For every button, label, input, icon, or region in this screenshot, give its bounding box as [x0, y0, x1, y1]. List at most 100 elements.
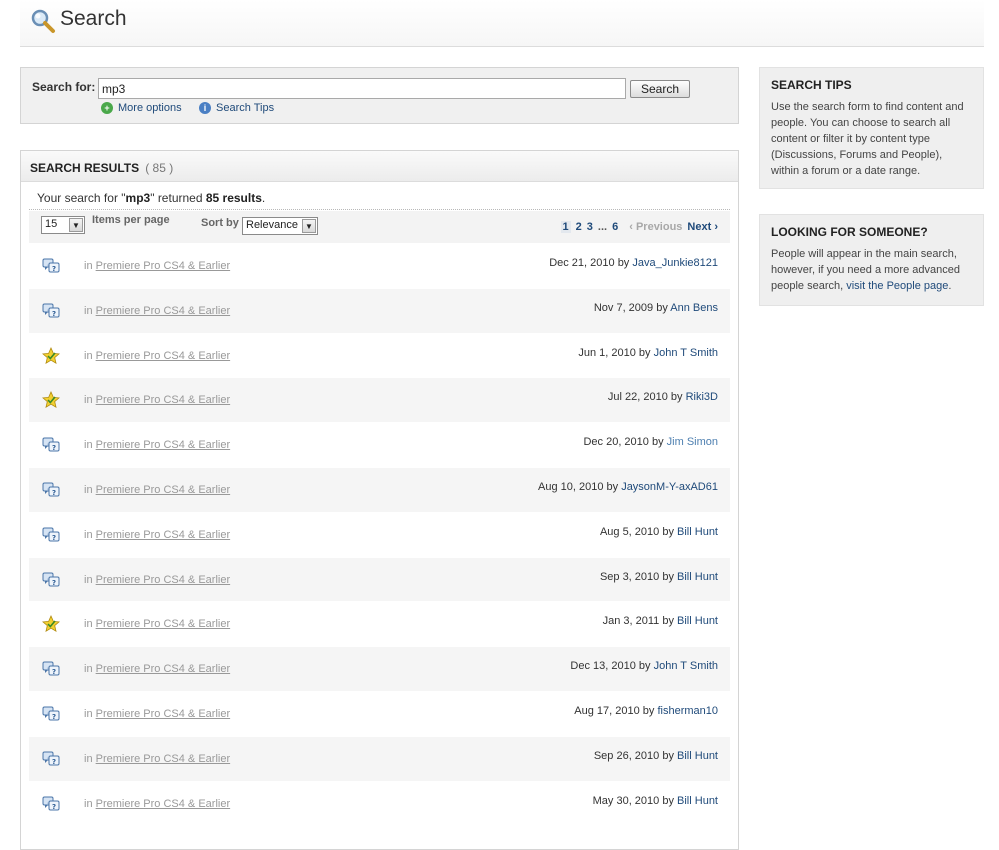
- question-thread-icon: ?.: [42, 436, 60, 454]
- svg-text:.: .: [47, 798, 49, 805]
- summary-query: mp3: [125, 191, 151, 205]
- divider: [29, 209, 730, 210]
- author-link[interactable]: Bill Hunt: [677, 750, 718, 762]
- forum-link[interactable]: Premiere Pro CS4 & Earlier: [96, 663, 231, 675]
- question-thread-icon: ?.: [42, 660, 60, 678]
- result-meta: Aug 5, 2010 by Bill Hunt: [600, 526, 718, 538]
- results-header: SEARCH RESULTS ( 85 ): [21, 151, 738, 182]
- author-link[interactable]: John T Smith: [654, 660, 718, 672]
- result-forum: in Premiere Pro CS4 & Earlier: [84, 260, 230, 272]
- info-icon: i: [199, 102, 211, 114]
- next-link[interactable]: Next ›: [687, 221, 718, 233]
- author-link[interactable]: Riki3D: [686, 391, 718, 403]
- in-label: in: [84, 618, 93, 631]
- result-forum: in Premiere Pro CS4 & Earlier: [84, 305, 230, 317]
- author-link[interactable]: Ann Bens: [670, 302, 718, 314]
- svg-text:.: .: [47, 529, 49, 536]
- author-link[interactable]: Bill Hunt: [677, 615, 718, 627]
- search-tips-link[interactable]: i Search Tips: [199, 102, 274, 114]
- svg-text:.: .: [47, 664, 49, 671]
- result-row[interactable]: in Premiere Pro CS4 & Earlier Jun 1, 2010…: [29, 332, 730, 378]
- forum-link[interactable]: Premiere Pro CS4 & Earlier: [96, 439, 231, 451]
- author-link[interactable]: Bill Hunt: [677, 526, 718, 538]
- result-row[interactable]: ?. in Premiere Pro CS4 & Earlier Aug 10, 2…: [29, 466, 730, 512]
- forum-link[interactable]: Premiere Pro CS4 & Earlier: [96, 305, 231, 317]
- dropdown-arrow-icon: ▼: [302, 219, 316, 233]
- author-link[interactable]: fisherman10: [657, 705, 718, 717]
- page-link-3[interactable]: 3: [587, 221, 593, 233]
- result-meta: Dec 21, 2010 by Java_Junkie8121: [549, 257, 718, 269]
- search-tips-text: Use the search form to find content and …: [771, 101, 964, 177]
- question-thread-icon: ?.: [42, 795, 60, 813]
- in-label: in: [84, 304, 93, 317]
- result-date: Sep 3, 2010: [599, 570, 660, 583]
- people-page-link[interactable]: visit the People page: [846, 280, 948, 292]
- results-count: ( 85 ): [145, 161, 174, 175]
- result-date: Sep 26, 2010: [593, 749, 660, 762]
- summary-total: 85 results: [205, 191, 262, 205]
- author-link[interactable]: Bill Hunt: [677, 571, 718, 583]
- result-date: Dec 13, 2010: [570, 660, 636, 673]
- page-link-1[interactable]: 1: [560, 221, 571, 233]
- result-row[interactable]: ?. in Premiere Pro CS4 & Earlier Aug 5, 20…: [29, 511, 730, 557]
- question-thread-icon: ?.: [42, 302, 60, 320]
- result-meta: Aug 17, 2010 by fisherman10: [574, 705, 718, 717]
- items-per-page-select[interactable]: 15 ▼: [41, 216, 85, 234]
- sort-by-select[interactable]: Relevance ▼: [242, 217, 318, 235]
- looking-for-someone-title: LOOKING FOR SOMEONE?: [771, 225, 928, 239]
- result-row[interactable]: ?. in Premiere Pro CS4 & Earlier Nov 7, 20…: [29, 287, 730, 333]
- result-forum: in Premiere Pro CS4 & Earlier: [84, 439, 230, 451]
- result-date: May 30, 2010: [592, 794, 660, 807]
- svg-text:?: ?: [52, 444, 56, 452]
- search-form: Search for: Search + More options i Sear…: [20, 67, 739, 124]
- forum-link[interactable]: Premiere Pro CS4 & Earlier: [96, 618, 231, 630]
- result-row[interactable]: ?. in Premiere Pro CS4 & Earlier Dec 20, 2…: [29, 422, 730, 467]
- result-row[interactable]: ?. in Premiere Pro CS4 & Earlier Aug 17, 2…: [29, 690, 730, 736]
- forum-link[interactable]: Premiere Pro CS4 & Earlier: [96, 260, 231, 272]
- forum-link[interactable]: Premiere Pro CS4 & Earlier: [96, 753, 231, 765]
- previous-label: Previous: [635, 221, 683, 233]
- author-link[interactable]: Bill Hunt: [677, 795, 718, 807]
- by-label: by: [662, 749, 674, 762]
- search-results-panel: SEARCH RESULTS ( 85 ) Your search for "m…: [20, 150, 739, 850]
- page-link-2[interactable]: 2: [576, 221, 582, 233]
- search-button[interactable]: Search: [630, 80, 690, 98]
- question-thread-icon: ?.: [42, 571, 60, 589]
- in-label: in: [84, 707, 93, 720]
- pagination: 1 2 3 ... 6 ‹ Previous Next ›: [560, 221, 718, 233]
- author-link[interactable]: JaysonM-Y-axAD61: [621, 481, 718, 493]
- result-row[interactable]: in Premiere Pro CS4 & Earlier Jan 3, 2011…: [29, 601, 730, 646]
- svg-text:.: .: [47, 484, 49, 491]
- more-options-link[interactable]: + More options: [101, 102, 182, 114]
- result-row[interactable]: ?. in Premiere Pro CS4 & Earlier May 30, 2…: [29, 780, 730, 826]
- result-date: Aug 17, 2010: [574, 704, 640, 717]
- author-link[interactable]: Java_Junkie8121: [632, 257, 718, 269]
- search-input[interactable]: [98, 78, 626, 99]
- result-row[interactable]: in Premiere Pro CS4 & Earlier Jul 22, 201…: [29, 377, 730, 423]
- result-meta: Aug 10, 2010 by JaysonM-Y-axAD61: [538, 481, 718, 493]
- result-meta: Jun 1, 2010 by John T Smith: [578, 347, 718, 359]
- result-row[interactable]: ?. in Premiere Pro CS4 & Earlier Dec 21, 2…: [29, 243, 730, 288]
- forum-link[interactable]: Premiere Pro CS4 & Earlier: [96, 708, 231, 720]
- forum-link[interactable]: Premiere Pro CS4 & Earlier: [96, 529, 231, 541]
- in-label: in: [84, 439, 93, 452]
- question-thread-icon: ?.: [42, 481, 60, 499]
- forum-link[interactable]: Premiere Pro CS4 & Earlier: [96, 350, 231, 362]
- in-label: in: [84, 663, 93, 676]
- result-meta: Nov 7, 2009 by Ann Bens: [594, 302, 718, 314]
- forum-link[interactable]: Premiere Pro CS4 & Earlier: [96, 798, 231, 810]
- in-label: in: [84, 528, 93, 541]
- forum-link[interactable]: Premiere Pro CS4 & Earlier: [96, 574, 231, 586]
- result-row[interactable]: ?. in Premiere Pro CS4 & Earlier Dec 13, 2…: [29, 646, 730, 691]
- author-link[interactable]: John T Smith: [654, 347, 718, 359]
- result-row[interactable]: ?. in Premiere Pro CS4 & Earlier Sep 3, 20…: [29, 556, 730, 602]
- svg-text:.: .: [47, 753, 49, 760]
- forum-link[interactable]: Premiere Pro CS4 & Earlier: [96, 484, 231, 496]
- in-label: in: [84, 752, 93, 765]
- author-link[interactable]: Jim Simon: [667, 436, 718, 448]
- forum-link[interactable]: Premiere Pro CS4 & Earlier: [96, 394, 231, 406]
- result-row[interactable]: ?. in Premiere Pro CS4 & Earlier Sep 26, 2…: [29, 735, 730, 781]
- svg-text:.: .: [47, 261, 49, 268]
- svg-text:.: .: [47, 440, 49, 447]
- page-link-last[interactable]: 6: [612, 221, 618, 233]
